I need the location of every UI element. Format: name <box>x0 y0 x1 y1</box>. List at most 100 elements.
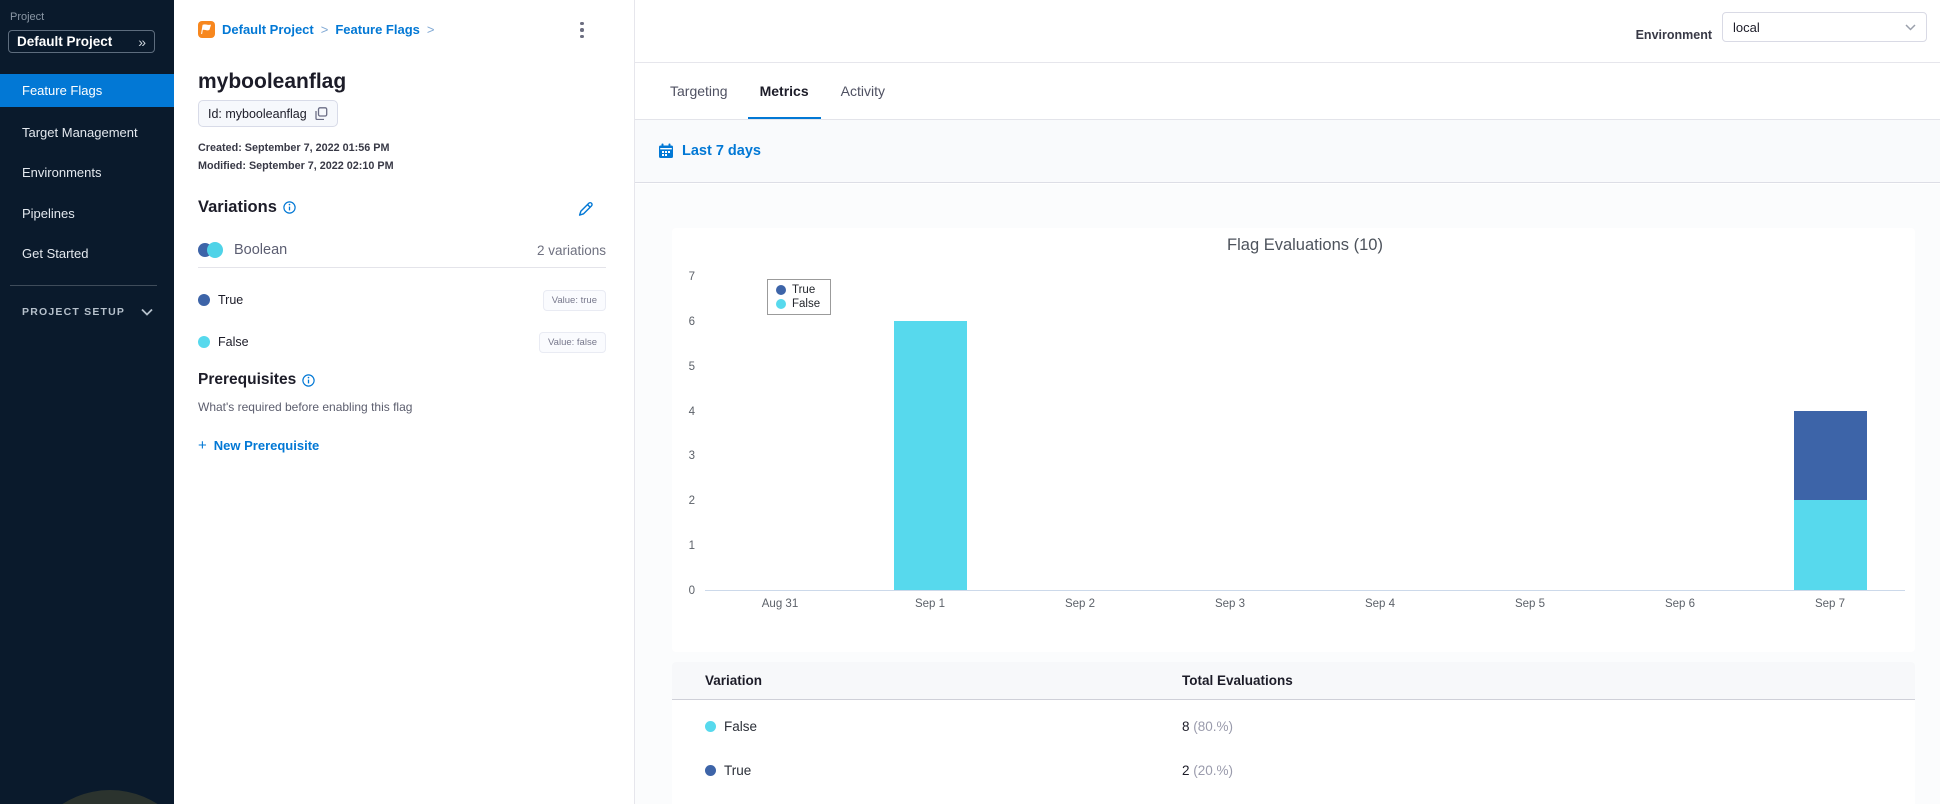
table-evaluations-value: 8 (80.%) <box>1182 719 1233 734</box>
new-prerequisite-button[interactable]: + New Prerequisite <box>198 437 319 454</box>
variation-type-label: Boolean <box>234 242 288 258</box>
breadcrumb-link-project[interactable]: Default Project <box>222 22 314 37</box>
breadcrumb-link-feature-flags[interactable]: Feature Flags <box>335 22 420 37</box>
table-count: 2 <box>1182 763 1190 778</box>
variation-name-false: False <box>218 335 249 349</box>
table-percent: (80.%) <box>1193 719 1234 734</box>
y-axis-tick: 5 <box>688 360 695 373</box>
table-percent: (20.%) <box>1193 763 1234 778</box>
sidebar-item-target-management[interactable]: Target Management <box>0 125 174 140</box>
chart-title: Flag Evaluations (10) <box>1227 236 1383 254</box>
breadcrumb-separator: > <box>426 22 435 37</box>
prerequisites-heading-text: Prerequisites <box>198 371 297 388</box>
legend-dot <box>776 285 786 295</box>
variation-name-true: True <box>218 293 244 307</box>
feature-flags-module-icon <box>198 21 215 38</box>
table-dot-false <box>705 721 716 732</box>
legend-label: True <box>792 284 816 296</box>
breadcrumb-separator: > <box>320 22 329 37</box>
copy-icon[interactable] <box>315 107 328 120</box>
y-axis-tick: 1 <box>688 540 695 553</box>
flag-title: mybooleanflag <box>198 70 347 93</box>
sidebar-item-pipelines[interactable]: Pipelines <box>0 206 174 221</box>
environment-select[interactable]: local <box>1722 12 1927 42</box>
evaluations-table-card: Variation Total Evaluations False 8 (80.… <box>672 662 1915 804</box>
tab-activity[interactable]: Activity <box>841 63 885 119</box>
x-axis-label: Sep 1 <box>914 598 946 610</box>
y-axis-tick: 3 <box>688 450 695 463</box>
edit-variations-pencil-icon[interactable] <box>577 201 594 218</box>
metrics-panel: Environment local Targeting Metrics Acti… <box>635 0 1940 804</box>
table-evaluations-value: 2 (20.%) <box>1182 763 1233 778</box>
info-icon[interactable] <box>283 201 296 214</box>
variation-dot-true <box>198 294 210 306</box>
x-axis-label: Sep 2 <box>1064 598 1096 610</box>
bar-true-sep-7 <box>1793 410 1867 501</box>
sidebar-item-get-started[interactable]: Get Started <box>0 246 174 261</box>
bar-false-sep-1 <box>893 320 967 590</box>
table-variation-name: False <box>724 719 758 734</box>
y-axis-tick: 6 <box>688 315 695 328</box>
table-header-variation: Variation <box>705 673 763 688</box>
project-setup-toggle[interactable]: PROJECT SETUP <box>22 306 153 318</box>
table-variation-name: True <box>724 763 752 778</box>
plus-icon: + <box>198 437 207 454</box>
chart-plot: True False 0 1 2 3 4 5 6 7 Aug 31 Sep 1 Sep 2 Sep 3 S… <box>689 271 1905 610</box>
date-filter-band: Last 7 days <box>635 119 1940 183</box>
variation-row-true: True Value: true <box>198 288 606 312</box>
flag-detail-panel: Default Project > Feature Flags > mybool… <box>174 0 635 804</box>
date-range-button[interactable]: Last 7 days <box>658 143 761 159</box>
table-row-true: True 2 (20.%) <box>672 754 1915 790</box>
table-header-total-evaluations: Total Evaluations <box>1182 673 1293 688</box>
sidebar-item-environments[interactable]: Environments <box>0 165 174 180</box>
project-setup-label: PROJECT SETUP <box>22 306 126 318</box>
variation-count: 2 variations <box>536 242 606 258</box>
bar-false-sep-7 <box>1793 500 1867 590</box>
sidebar: Project Default Project » Feature Flags … <box>0 0 174 804</box>
project-label: Project <box>10 11 45 23</box>
chevron-down-icon <box>1905 23 1916 31</box>
tab-metrics[interactable]: Metrics <box>747 63 821 119</box>
variation-value-chip-false: Value: false <box>539 331 606 353</box>
legend-dot <box>776 299 786 309</box>
chart-legend: True False <box>767 279 832 315</box>
chevron-down-icon <box>141 308 153 316</box>
flag-id-text: Id: mybooleanflag <box>208 106 307 121</box>
x-axis-label: Sep 6 <box>1664 598 1696 610</box>
boolean-toggle-icon <box>198 242 224 258</box>
flag-tabs: Targeting Metrics Activity <box>635 63 1940 119</box>
variation-value-chip-true: Value: true <box>542 289 606 311</box>
legend-item-false: False <box>776 298 820 310</box>
x-axis-label: Sep 5 <box>1514 598 1546 610</box>
flag-modified-date: Modified: September 7, 2022 02:10 PM <box>198 160 394 172</box>
x-axis-label: Sep 3 <box>1214 598 1246 610</box>
double-chevron-icon: » <box>138 33 146 50</box>
info-icon[interactable] <box>302 373 315 387</box>
variation-type-row: Boolean 2 variations <box>198 242 606 258</box>
calendar-icon <box>658 143 674 159</box>
environment-label: Environment <box>1635 28 1712 42</box>
environment-header: Environment local <box>635 0 1940 63</box>
variations-heading-text: Variations <box>198 198 277 216</box>
metrics-content: Flag Evaluations (10) True False 0 1 2 3 4 5 6 7… <box>635 184 1940 804</box>
flag-id-chip: Id: mybooleanflag <box>198 100 338 127</box>
date-range-label: Last 7 days <box>682 143 761 159</box>
legend-label: False <box>792 298 821 310</box>
y-axis-tick: 7 <box>688 271 695 283</box>
tab-targeting[interactable]: Targeting <box>670 63 728 119</box>
y-axis-tick: 2 <box>688 495 695 508</box>
prerequisites-heading: Prerequisites <box>198 371 315 389</box>
variation-row-false: False Value: false <box>198 330 606 354</box>
flag-options-kebab-menu[interactable] <box>572 18 592 42</box>
table-count: 8 <box>1182 719 1190 734</box>
sidebar-item-feature-flags[interactable]: Feature Flags <box>0 74 174 107</box>
help-resource-circle[interactable] <box>22 790 174 804</box>
divider <box>198 267 606 268</box>
prerequisites-description: What's required before enabling this fla… <box>198 400 413 414</box>
flag-created-date: Created: September 7, 2022 01:56 PM <box>198 142 390 154</box>
project-selector-value: Default Project <box>17 34 113 49</box>
project-selector[interactable]: Default Project » <box>8 30 155 53</box>
breadcrumb: Default Project > Feature Flags > <box>198 21 434 38</box>
variations-heading: Variations <box>198 198 296 217</box>
y-axis-tick: 0 <box>688 585 695 597</box>
